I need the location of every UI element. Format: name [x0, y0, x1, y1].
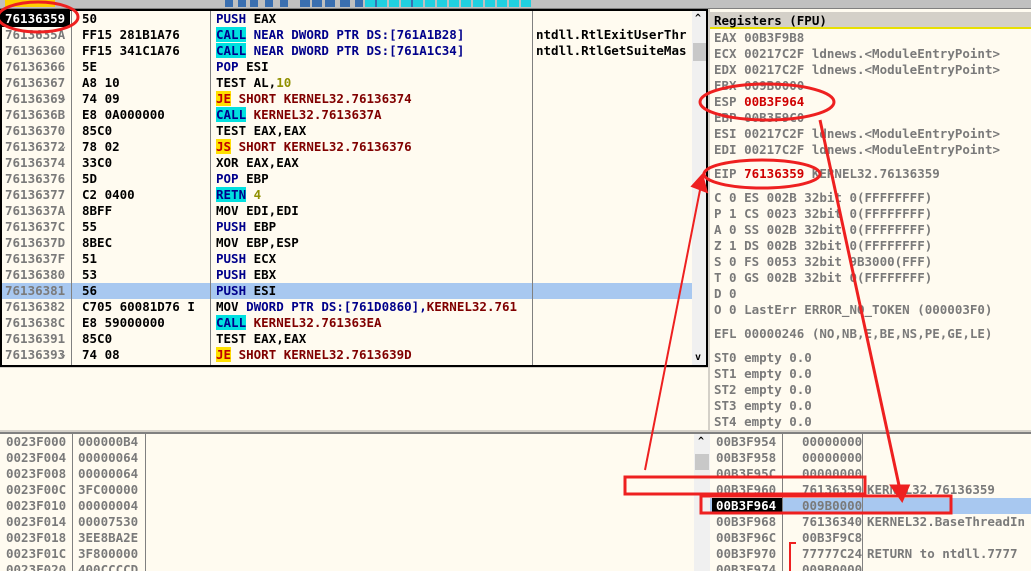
annotation-overlay: [0, 0, 953, 571]
annotation-ellipse: [0, 0, 80, 34]
annotation-ellipse: [698, 82, 836, 122]
annotation-rect: [623, 475, 867, 496]
annotation-arrow: [818, 119, 902, 491]
stack-frame-bracket: [789, 542, 796, 571]
arrow-head-icon: [889, 484, 911, 504]
arrow-head-icon: [690, 172, 709, 194]
annotation-rect: [699, 494, 953, 515]
annotation-arrow: [644, 189, 701, 471]
annotation-ellipse: [702, 158, 822, 190]
